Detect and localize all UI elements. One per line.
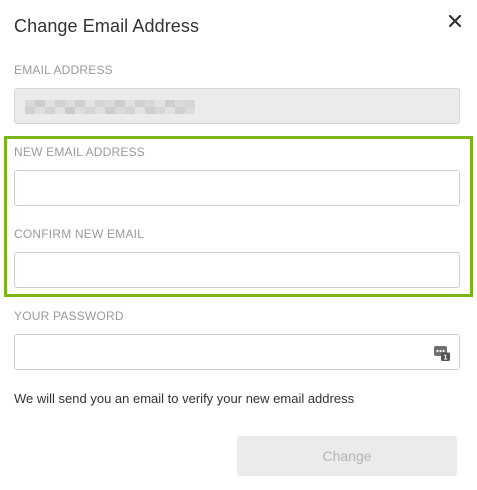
verification-info-text: We will send you an email to verify your… <box>14 391 355 406</box>
password-manager-icon[interactable]: 1 <box>434 345 450 362</box>
confirm-email-label: CONFIRM NEW EMAIL <box>14 227 145 241</box>
password-field: 1 <box>14 334 460 370</box>
change-email-dialog: Change Email Address EMAIL ADDRESS NEW E… <box>0 0 477 490</box>
confirm-email-input[interactable] <box>15 253 459 287</box>
new-email-input[interactable] <box>15 171 459 205</box>
new-email-label: NEW EMAIL ADDRESS <box>14 145 145 159</box>
password-input[interactable] <box>15 335 459 369</box>
password-label: YOUR PASSWORD <box>14 309 124 323</box>
change-button[interactable]: Change <box>237 436 457 476</box>
confirm-email-field <box>14 252 460 288</box>
current-email-field <box>14 88 460 124</box>
svg-text:1: 1 <box>444 355 448 362</box>
new-email-field <box>14 170 460 206</box>
obscured-email-value <box>25 100 195 114</box>
dialog-title: Change Email Address <box>14 16 200 36</box>
email-address-label: EMAIL ADDRESS <box>14 63 113 77</box>
close-icon[interactable] <box>444 10 466 32</box>
